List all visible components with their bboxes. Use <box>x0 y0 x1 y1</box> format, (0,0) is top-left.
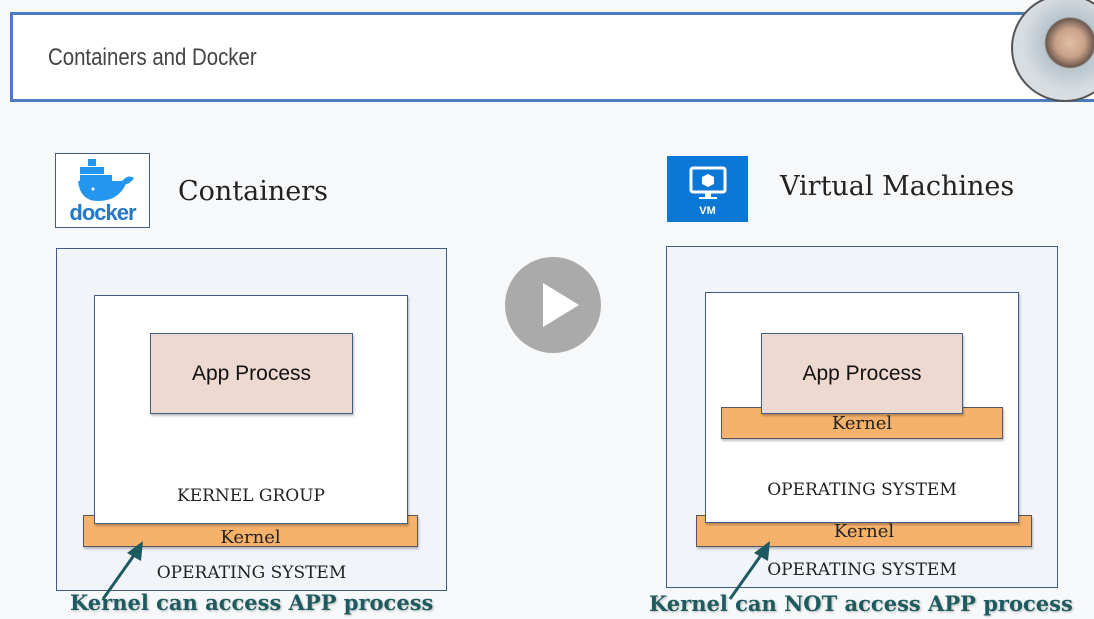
play-button[interactable] <box>505 257 601 353</box>
containers-app-process: App Process <box>150 333 353 414</box>
vm-guest-os-label: OPERATING SYSTEM <box>767 480 957 500</box>
vm-app-process: App Process <box>761 333 963 414</box>
monitor-icon <box>689 166 727 199</box>
vm-caption: Kernel can NOT access APP process <box>649 591 1073 616</box>
docker-whale-icon <box>78 159 134 201</box>
vm-logo: VM <box>667 156 748 222</box>
docker-logo-text: docker <box>69 200 136 225</box>
kernel-label: Kernel <box>831 413 893 434</box>
kernel-label: Kernel <box>833 520 895 542</box>
kernel-group-label: KERNEL GROUP <box>177 486 325 506</box>
play-icon <box>543 283 579 327</box>
containers-caption: Kernel can access APP process <box>70 590 434 615</box>
vm-heading: Virtual Machines <box>780 171 1015 202</box>
containers-heading: Containers <box>178 176 329 207</box>
docker-logo: docker <box>55 153 150 228</box>
vm-logo-text: VM <box>699 205 716 217</box>
kernel-label: Kernel <box>220 526 281 548</box>
slide-title: Containers and Docker <box>48 44 257 71</box>
